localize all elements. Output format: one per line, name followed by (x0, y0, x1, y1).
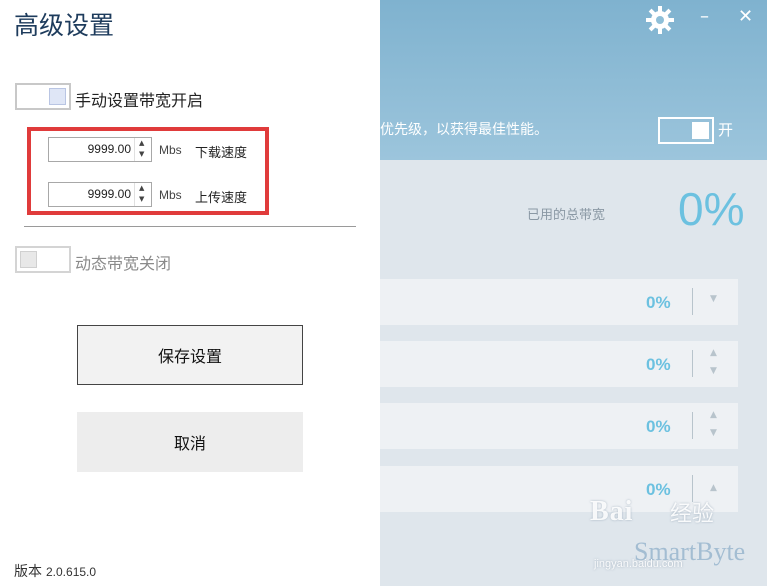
header-toggle[interactable] (658, 117, 714, 144)
decrement-icon[interactable]: ▼ (139, 196, 144, 203)
download-unit: Mbs (159, 143, 182, 157)
chevron-down-icon[interactable]: ▼ (710, 366, 717, 376)
row-percent: 0% (646, 355, 671, 374)
used-bandwidth-value: 0% (678, 183, 745, 235)
cancel-button[interactable]: 取消 (77, 412, 303, 472)
page-title: 高级设置 (14, 11, 115, 40)
version-number: 2.0.615.0 (46, 565, 97, 579)
increment-icon[interactable]: ▲ (139, 185, 144, 192)
watermark-url: jingyan.baidu.com (594, 558, 683, 570)
version-info: 版本 2.0.615.0 (14, 561, 96, 581)
close-icon[interactable]: ✕ (738, 6, 753, 27)
list-item[interactable]: 0% ▼ (380, 279, 738, 325)
chevron-up-icon[interactable]: ▲ (710, 348, 717, 358)
list-item[interactable]: 0% ▲ ▼ (380, 341, 738, 387)
increment-icon[interactable]: ▲ (139, 140, 144, 147)
list-item[interactable]: 0% ▲ ▼ (380, 403, 738, 449)
manual-bandwidth-label: 手动设置带宽开启 (75, 91, 204, 110)
watermark-jingyan: 经验 (670, 502, 715, 527)
chevron-up-icon[interactable]: ▲ (710, 410, 717, 420)
advanced-settings-panel: 高级设置 手动设置带宽开启 9999.00 ▲ ▼ Mbs 下载速度 9999.… (0, 0, 380, 586)
chevron-down-icon[interactable]: ▼ (710, 428, 717, 438)
row-percent: 0% (646, 293, 671, 312)
download-speed-stepper[interactable]: 9999.00 ▲ ▼ (48, 137, 152, 162)
used-bandwidth-label: 已用的总带宽 (527, 208, 606, 223)
upload-speed-label: 上传速度 (195, 191, 248, 206)
gear-icon[interactable] (644, 4, 676, 36)
chevron-up-icon[interactable]: ▲ (710, 483, 717, 493)
decrement-icon[interactable]: ▼ (139, 151, 144, 158)
upload-unit: Mbs (159, 188, 182, 202)
upload-speed-value[interactable]: 9999.00 (88, 187, 131, 201)
divider (24, 226, 356, 227)
watermark-baidu: Bai (590, 496, 634, 527)
chevron-down-icon[interactable]: ▼ (710, 294, 717, 304)
row-percent: 0% (646, 480, 671, 499)
manual-bandwidth-toggle[interactable] (15, 83, 71, 110)
save-button[interactable]: 保存设置 (77, 325, 303, 385)
version-label: 版本 (14, 564, 42, 580)
download-speed-value[interactable]: 9999.00 (88, 142, 131, 156)
minimize-icon[interactable]: – (700, 6, 709, 27)
header-description: 优先级，以获得最佳性能。 (380, 122, 548, 138)
upload-speed-stepper[interactable]: 9999.00 ▲ ▼ (48, 182, 152, 207)
dynamic-bandwidth-label: 动态带宽关闭 (75, 254, 172, 273)
row-percent: 0% (646, 417, 671, 436)
dynamic-bandwidth-toggle[interactable] (15, 246, 71, 273)
download-speed-label: 下载速度 (195, 146, 248, 161)
header-toggle-label: 开 (718, 121, 734, 139)
